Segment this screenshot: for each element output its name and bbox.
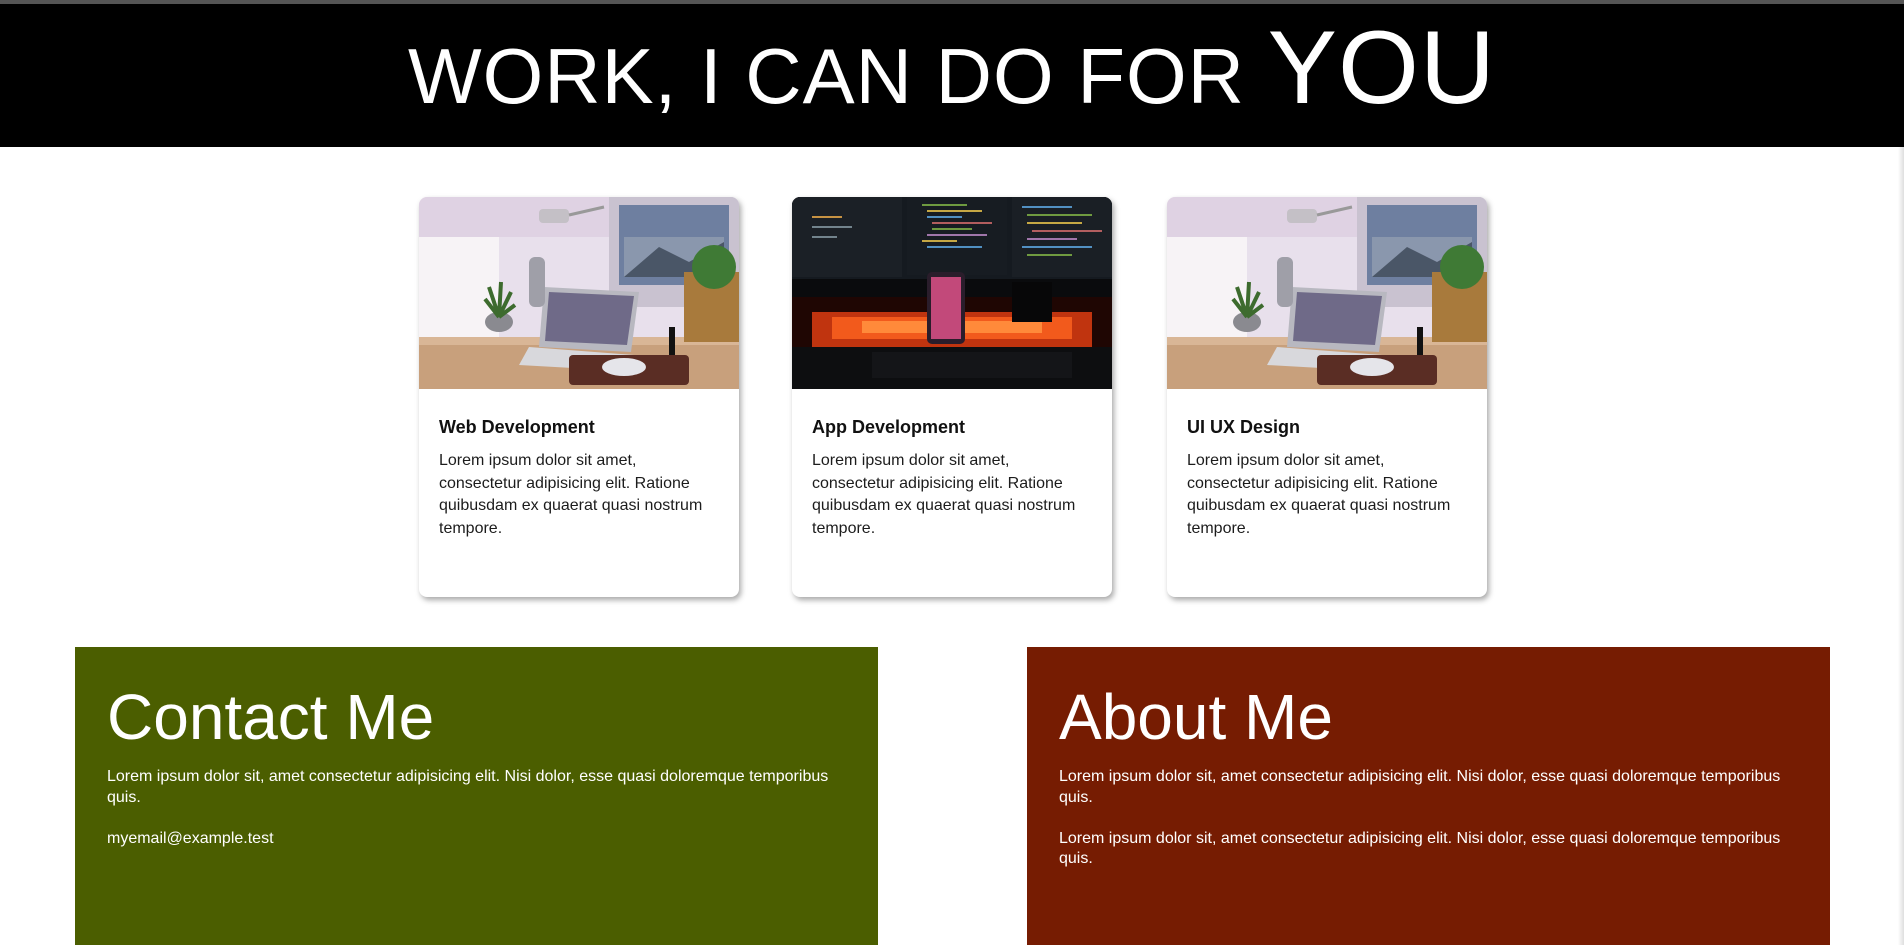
page-title: WORK, I CAN DO FOR YOU <box>408 16 1496 120</box>
hero-banner: WORK, I CAN DO FOR YOU <box>0 4 1904 147</box>
card-title: Web Development <box>439 417 595 437</box>
card-text: Lorem ipsum dolor sit amet, consectetur … <box>439 452 703 538</box>
scroll-edge <box>1898 147 1904 945</box>
code-monitor-photo <box>792 197 1112 389</box>
hero-title-main: WORK, I CAN DO FOR <box>407 31 1268 120</box>
contact-section: Contact Me Lorem ipsum dolor sit, amet c… <box>75 647 878 945</box>
card-text: Lorem ipsum dolor sit amet, consectetur … <box>812 452 1076 538</box>
card-title: UI UX Design <box>1187 417 1301 437</box>
about-paragraph: Lorem ipsum dolor sit, amet consectetur … <box>1059 829 1781 868</box>
laptop-desk-photo <box>1167 197 1487 389</box>
services-cards: Web Development Lorem ipsum dolor sit am… <box>419 197 1487 597</box>
hero-title-emphasis: YOU <box>1267 9 1497 126</box>
card-text: Lorem ipsum dolor sit amet, consectetur … <box>1187 452 1451 538</box>
service-card-web-development[interactable]: Web Development Lorem ipsum dolor sit am… <box>419 197 739 597</box>
contact-email[interactable]: myemail@example.test <box>107 829 848 850</box>
about-heading: About Me <box>1059 681 1333 753</box>
contact-heading: Contact Me <box>107 681 435 753</box>
about-section: About Me Lorem ipsum dolor sit, amet con… <box>1027 647 1830 945</box>
laptop-desk-photo <box>419 197 739 389</box>
about-paragraph: Lorem ipsum dolor sit, amet consectetur … <box>1059 768 1781 806</box>
contact-text: Lorem ipsum dolor sit, amet consectetur … <box>107 768 829 806</box>
service-card-app-development[interactable]: App Development Lorem ipsum dolor sit am… <box>792 197 1112 597</box>
card-title: App Development <box>812 417 966 437</box>
service-card-ui-ux-design[interactable]: UI UX Design Lorem ipsum dolor sit amet,… <box>1167 197 1487 597</box>
